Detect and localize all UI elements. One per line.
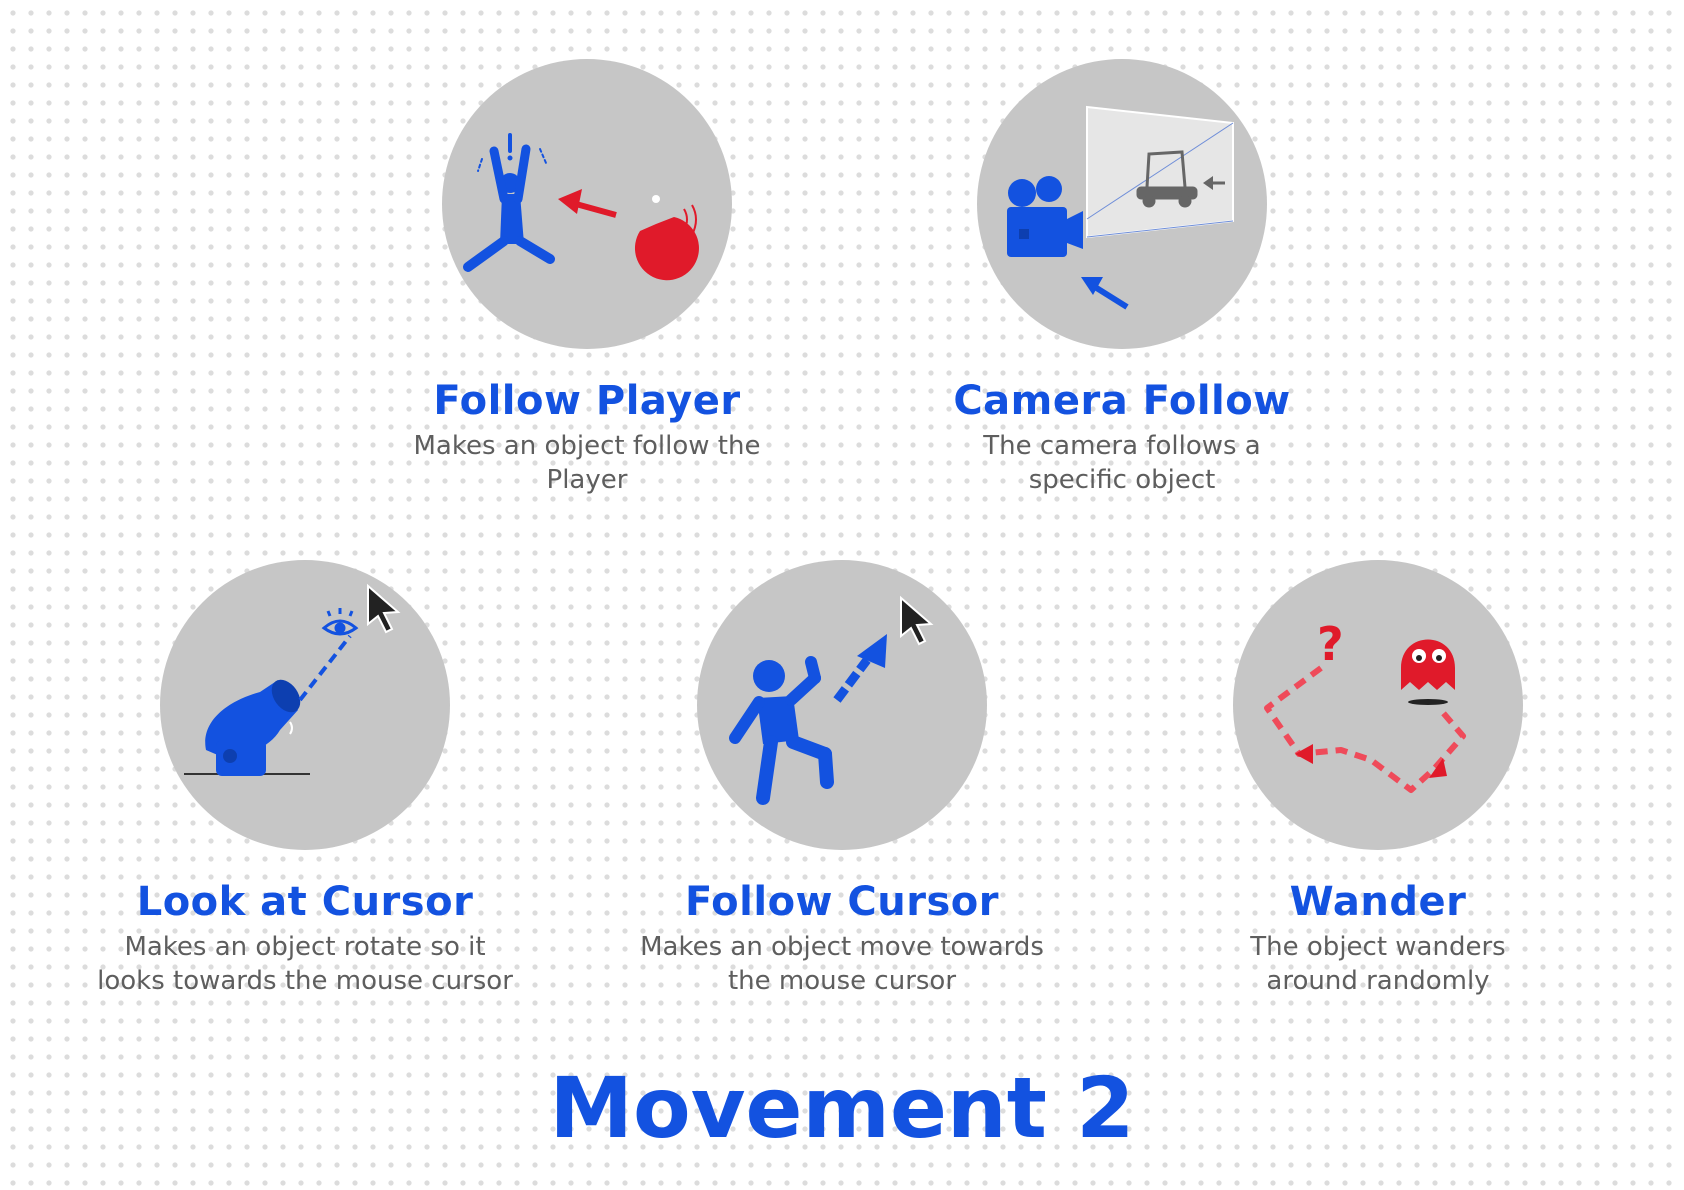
look-at-cursor-illustration (160, 560, 450, 850)
card-wander: ? Wander The object wanders around rando… (1158, 560, 1598, 998)
card-title: Follow Player (433, 378, 741, 424)
card-camera-follow: Camera Follow The camera follows a speci… (902, 59, 1342, 497)
follow-cursor-illustration (697, 560, 987, 850)
person-walking-to-cursor-icon (729, 595, 934, 805)
card-follow-player: Follow Player Makes an object follow the… (367, 59, 807, 497)
page-title: Movement 2 (549, 1059, 1135, 1157)
card-description: Makes an object rotate so it looks towar… (97, 932, 513, 996)
card-follow-cursor: Follow Cursor Makes an object move towar… (622, 560, 1062, 998)
card-description: The camera follows a specific object (983, 431, 1261, 495)
follow-player-illustration (442, 59, 732, 349)
wander-illustration: ? (1233, 560, 1523, 850)
card-title: Follow Cursor (684, 879, 1000, 925)
camera-follow-illustration (977, 59, 1267, 349)
svg-text:?: ? (1317, 617, 1344, 671)
card-title: Camera Follow (953, 378, 1291, 424)
card-description: Makes an object follow the Player (413, 431, 761, 495)
movie-camera-tracking-car-icon (1007, 105, 1234, 310)
card-title: Look at Cursor (136, 879, 474, 925)
card-description: The object wanders around randomly (1250, 932, 1506, 996)
fleeing-person-chased-by-chomper-icon (463, 133, 699, 281)
cannon-aiming-at-cursor-icon (184, 583, 401, 776)
card-title: Wander (1289, 879, 1467, 925)
card-look-at-cursor: Look at Cursor Makes an object rotate so… (85, 560, 525, 998)
ghost-random-path-icon: ? (1264, 617, 1466, 793)
card-description: Makes an object move towards the mouse c… (640, 932, 1044, 996)
